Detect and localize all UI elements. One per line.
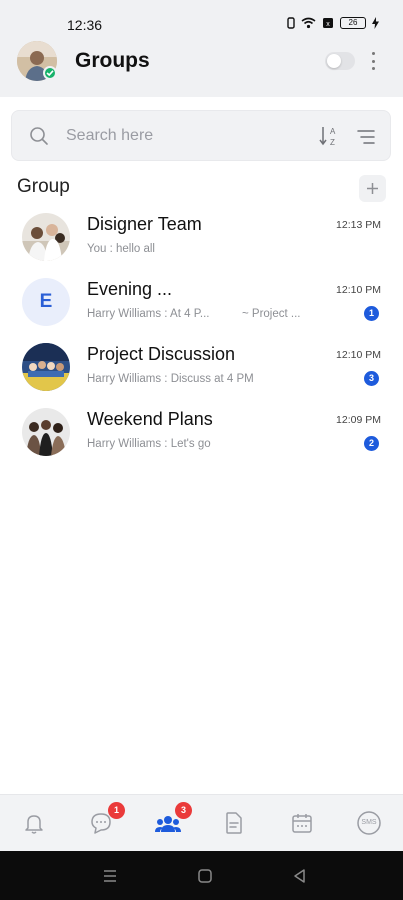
groups-badge: 3	[175, 802, 192, 819]
unread-badge: 3	[364, 371, 379, 386]
nav-sms[interactable]: SMS	[355, 809, 383, 837]
last-message: Harry Williams : Let's go	[87, 438, 211, 450]
unread-badge: 2	[364, 436, 379, 451]
last-message: You : hello all	[87, 243, 155, 255]
nav-chats[interactable]: 1	[87, 802, 125, 837]
group-name: Project Discussion	[87, 344, 236, 364]
section-title: Group	[17, 176, 70, 197]
sim-icon: x	[323, 18, 333, 28]
svg-text:x: x	[326, 21, 330, 28]
message-time: 12:13 PM	[336, 219, 381, 231]
back-icon[interactable]	[292, 868, 308, 884]
unread-badge: 1	[364, 306, 379, 321]
search-bar: A Z	[11, 110, 391, 161]
status-time: 12:36	[67, 17, 103, 33]
search-input[interactable]	[66, 123, 296, 149]
system-navigation-bar	[0, 851, 403, 900]
group-row[interactable]: Disigner Team You : hello all 12:13 PM	[0, 213, 403, 275]
search-icon	[30, 127, 48, 145]
add-group-button[interactable]	[359, 175, 386, 202]
bottom-navigation: 1 3 SMS	[0, 794, 403, 851]
nav-calendar[interactable]	[288, 809, 316, 837]
nav-notifications[interactable]	[20, 809, 48, 837]
chats-badge: 1	[108, 802, 125, 819]
filter-icon[interactable]	[354, 126, 378, 148]
last-message: Harry Williams : Discuss at 4 PM	[87, 373, 254, 385]
document-icon	[226, 812, 242, 834]
group-row[interactable]: Weekend Plans Harry Williams : Let's go …	[0, 408, 403, 470]
nav-documents[interactable]	[220, 809, 248, 837]
sms-label: SMS	[361, 819, 377, 826]
recents-icon[interactable]	[102, 868, 118, 884]
group-avatar	[22, 408, 70, 456]
group-avatar-letter: E	[22, 278, 70, 326]
online-status-icon	[43, 66, 57, 80]
charging-icon	[372, 17, 379, 29]
group-avatar	[22, 213, 70, 261]
message-time: 12:10 PM	[336, 284, 381, 296]
calendar-icon	[292, 814, 312, 833]
message-time: 12:09 PM	[336, 414, 381, 426]
group-name: Weekend Plans	[87, 409, 213, 429]
more-options-icon[interactable]	[368, 52, 378, 70]
wifi-icon	[301, 17, 316, 29]
bell-icon	[25, 815, 43, 834]
svg-text:A: A	[330, 127, 336, 136]
page-title: Groups	[75, 49, 150, 72]
vibrate-icon	[287, 17, 295, 29]
status-icons: x 26	[287, 17, 379, 29]
plus-icon	[367, 183, 378, 194]
header-toggle[interactable]	[325, 52, 355, 70]
nav-groups[interactable]: 3	[154, 802, 192, 837]
battery-indicator: 26	[340, 17, 366, 29]
home-icon[interactable]	[197, 868, 213, 884]
last-message: Harry Williams : At 4 P...	[87, 308, 210, 320]
group-row[interactable]: E Evening ... Harry Williams : At 4 P...…	[0, 278, 403, 340]
group-avatar	[22, 343, 70, 391]
group-row[interactable]: Project Discussion Harry Williams : Disc…	[0, 343, 403, 405]
sort-az-icon[interactable]: A Z	[318, 124, 342, 148]
group-name: Disigner Team	[87, 214, 202, 234]
group-name: Evening ...	[87, 279, 173, 299]
svg-text:Z: Z	[330, 138, 335, 147]
message-time: 12:10 PM	[336, 349, 381, 361]
message-tag: ~ Project ...	[242, 308, 301, 320]
app-header	[0, 0, 403, 97]
